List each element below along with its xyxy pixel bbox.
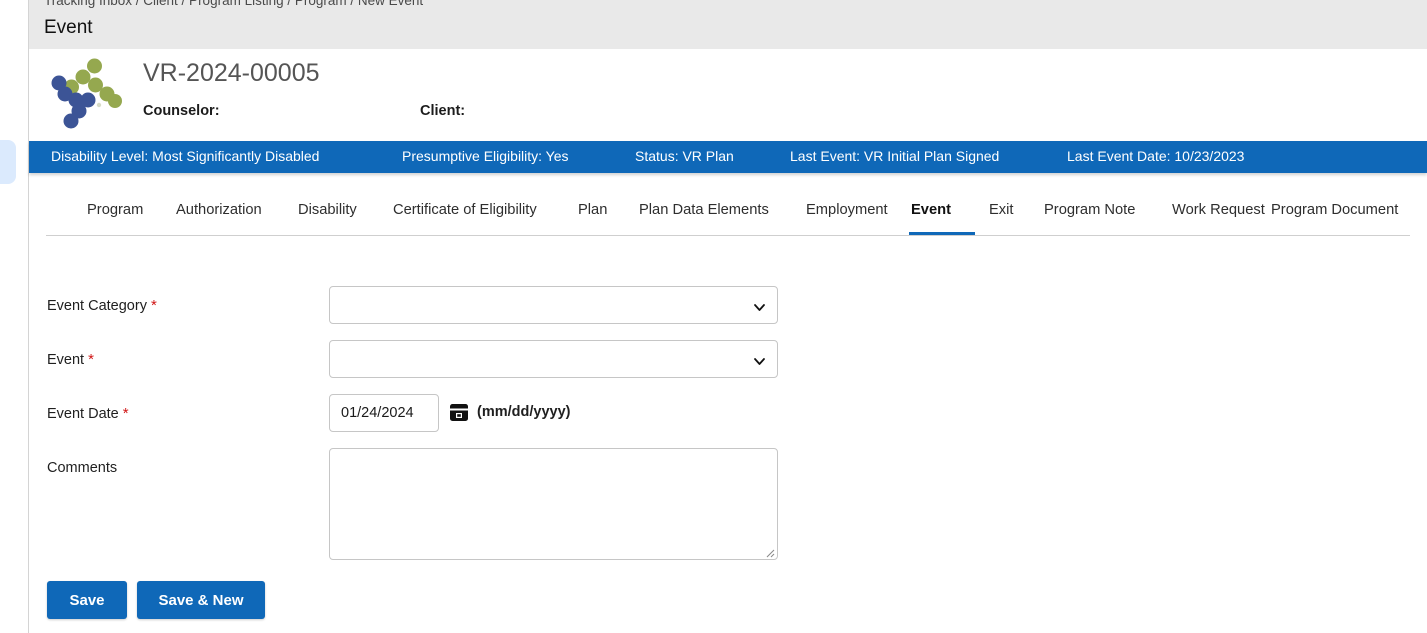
- tab-authorization[interactable]: Authorization: [176, 202, 262, 218]
- status-disability-level: Disability Level: Most Significantly Dis…: [51, 148, 320, 164]
- tab-work-request[interactable]: Work Request: [1172, 202, 1265, 218]
- page-title: Event: [44, 17, 93, 38]
- tab-program[interactable]: Program: [87, 202, 143, 218]
- event-date-format-hint: (mm/dd/yyyy): [477, 404, 571, 420]
- status-summary-bar: Disability Level: Most Significantly Dis…: [29, 141, 1427, 173]
- event-required-marker: *: [88, 351, 94, 368]
- record-header: VR-2024-00005 Counselor: Client:: [29, 49, 1427, 141]
- client-label: Client:: [420, 103, 466, 119]
- event-date-input[interactable]: 01/24/2024: [329, 394, 439, 432]
- record-id: VR-2024-00005: [143, 59, 320, 87]
- event-date-label: Event Date *: [47, 405, 129, 422]
- tab-program-note[interactable]: Program Note: [1044, 202, 1135, 218]
- agency-dots-logo: [49, 57, 129, 131]
- event-date-label-text: Event Date: [47, 406, 119, 422]
- tab-certificate-of-eligibility[interactable]: Certificate of Eligibility: [393, 202, 537, 218]
- event-date-value: 01/24/2024: [341, 405, 414, 421]
- event-category-select[interactable]: [329, 286, 778, 324]
- event-select[interactable]: [329, 340, 778, 378]
- tab-exit[interactable]: Exit: [989, 202, 1013, 218]
- status-presumptive-eligibility: Presumptive Eligibility: Yes: [402, 148, 569, 164]
- resize-grip-icon[interactable]: [763, 545, 775, 558]
- save-new-button[interactable]: Save & New: [137, 581, 265, 619]
- left-rail: [0, 0, 29, 633]
- active-tab-indicator: [909, 232, 975, 235]
- status-status: Status: VR Plan: [635, 148, 734, 164]
- page-header-band: Tracking Inbox / Client / Program Listin…: [29, 0, 1427, 50]
- tab-plan[interactable]: Plan: [578, 202, 607, 218]
- tab-disability[interactable]: Disability: [298, 202, 357, 218]
- calendar-icon[interactable]: [449, 402, 469, 422]
- comments-textarea[interactable]: [329, 448, 778, 560]
- event-category-label-text: Event Category: [47, 298, 147, 314]
- program-tabs: Program Authorization Disability Certifi…: [29, 188, 1427, 236]
- chevron-down-icon: [754, 300, 765, 311]
- save-button[interactable]: Save: [47, 581, 127, 619]
- event-label-text: Event: [47, 352, 85, 368]
- tab-employment[interactable]: Employment: [806, 202, 888, 218]
- comments-label: Comments: [47, 460, 118, 476]
- status-last-event: Last Event: VR Initial Plan Signed: [790, 148, 1000, 164]
- counselor-label: Counselor:: [143, 103, 220, 119]
- tab-event[interactable]: Event: [911, 202, 951, 218]
- tab-plan-data-elements[interactable]: Plan Data Elements: [639, 202, 769, 218]
- sidebar-collapse-tab[interactable]: [0, 140, 16, 184]
- status-last-event-date: Last Event Date: 10/23/2023: [1067, 148, 1245, 164]
- event-form: Event Category * Event * Event Date * 01…: [29, 236, 1427, 633]
- tab-program-document[interactable]: Program Document: [1271, 202, 1398, 218]
- chevron-down-icon: [754, 354, 765, 365]
- app-screen: Tracking Inbox / Client / Program Listin…: [0, 0, 1427, 633]
- event-date-required-marker: *: [122, 405, 129, 422]
- event-label: Event *: [47, 351, 94, 368]
- event-category-required-marker: *: [150, 297, 157, 314]
- event-category-label: Event Category *: [47, 297, 157, 314]
- breadcrumb[interactable]: Tracking Inbox / Client / Program Listin…: [44, 0, 423, 8]
